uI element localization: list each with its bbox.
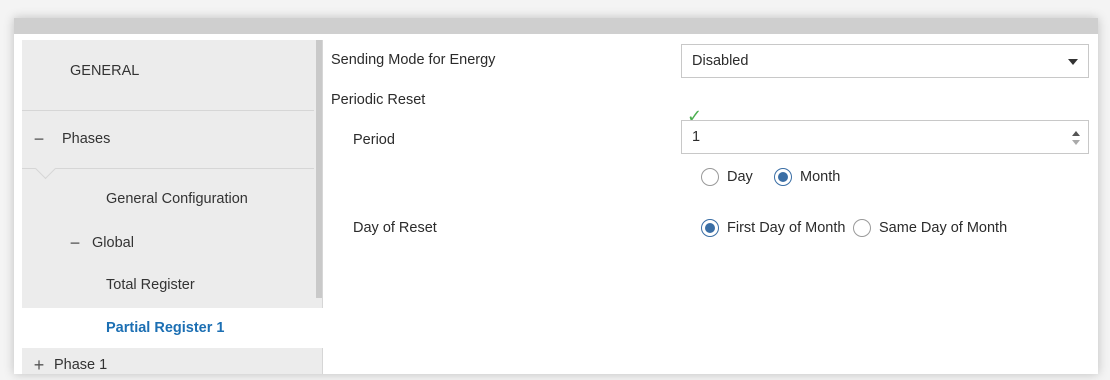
window-body: GENERAL − Phases General Configuration −… [22, 40, 1098, 374]
divider [22, 110, 314, 111]
sidebar-item-label: Phase 1 [54, 357, 108, 373]
increment-icon[interactable] [1072, 131, 1080, 136]
sidebar-item-phases[interactable]: − Phases [22, 118, 322, 160]
chevron-down-icon [1068, 59, 1078, 65]
radio-circle-selected [774, 168, 792, 186]
sidebar-item-label: General Configuration [106, 191, 248, 207]
sidebar-item-global[interactable]: − Global [22, 224, 358, 262]
sidebar-item-label: Total Register [106, 277, 195, 293]
radio-day[interactable]: Day [701, 168, 753, 186]
main-panel: Sending Mode for Energy Disabled Periodi… [323, 40, 1098, 374]
sidebar: GENERAL − Phases General Configuration −… [22, 40, 406, 375]
decrement-icon[interactable] [1072, 140, 1080, 145]
radio-label: Day [727, 169, 753, 185]
dialog-frame: GENERAL − Phases General Configuration −… [14, 18, 1098, 374]
radio-month[interactable]: Month [774, 168, 840, 186]
radio-first-day-of-month[interactable]: First Day of Month [701, 219, 845, 237]
radio-label: First Day of Month [727, 220, 846, 236]
period-stepper[interactable]: 1 [681, 120, 1089, 154]
radio-circle [701, 168, 719, 186]
collapse-icon[interactable]: − [66, 233, 84, 254]
sending-mode-select[interactable]: Disabled [681, 44, 1089, 78]
radio-label: Same Day of Month [879, 220, 1008, 236]
expand-icon[interactable]: + [30, 355, 48, 375]
radio-circle [853, 219, 871, 237]
sidebar-item-label: Partial Register 1 [106, 320, 225, 336]
period-value: 1 [692, 129, 701, 145]
sidebar-item-label: Phases [62, 131, 111, 147]
day-of-reset-label: Day of Reset [353, 220, 437, 236]
radio-same-day-of-month[interactable]: Same Day of Month [853, 219, 1007, 237]
sidebar-item-phase-1[interactable]: + Phase 1 [22, 352, 322, 375]
radio-circle-selected [701, 219, 719, 237]
divider [22, 168, 314, 169]
sending-mode-label: Sending Mode for Energy [331, 52, 496, 68]
sidebar-item-general[interactable]: GENERAL [22, 50, 362, 92]
periodic-reset-label: Periodic Reset [331, 92, 426, 108]
sidebar-item-label: Global [92, 235, 134, 251]
tree-notch [34, 157, 57, 180]
title-bar [14, 18, 1098, 34]
collapse-icon[interactable]: − [30, 129, 48, 150]
period-label: Period [353, 132, 395, 148]
radio-label: Month [800, 169, 841, 185]
sending-mode-value: Disabled [692, 53, 749, 69]
sidebar-item-label: GENERAL [70, 63, 140, 79]
